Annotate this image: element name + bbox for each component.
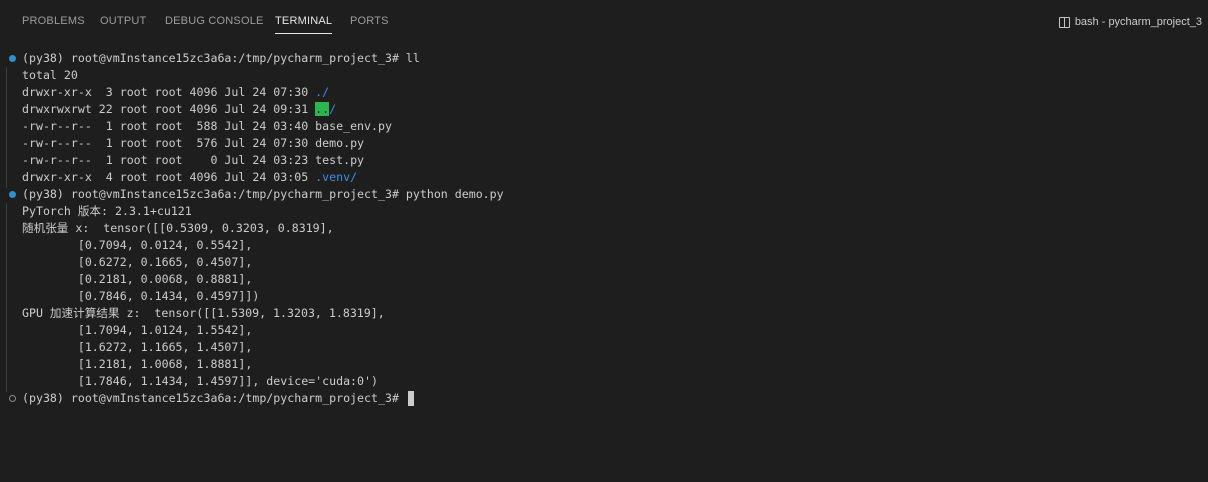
dir-suffix: / bbox=[322, 85, 330, 99]
tab-terminal-label: TERMINAL bbox=[275, 15, 333, 27]
command-output-bar bbox=[6, 203, 7, 392]
ls-entry: drwxrwxrwt 22 root root 4096 Jul 24 09:3… bbox=[22, 101, 336, 118]
command-output-bar bbox=[6, 67, 7, 188]
command-pending-decoration[interactable] bbox=[9, 395, 16, 402]
output-line: [1.6272, 1.1665, 1.4507], bbox=[22, 340, 253, 354]
output-line: [1.2181, 1.0068, 1.8881], bbox=[22, 357, 253, 371]
directory-name[interactable]: .. bbox=[315, 102, 330, 116]
tab-output[interactable]: OUTPUT bbox=[100, 15, 146, 28]
terminal-area[interactable]: (py38) root@vmInstance15zc3a6a:/tmp/pych… bbox=[0, 50, 1208, 482]
ls-meta: -rw-r--r-- 1 root root 576 Jul 24 07:30 bbox=[22, 136, 316, 150]
directory-name[interactable]: .venv bbox=[315, 170, 350, 184]
output-line: [1.7846, 1.1434, 1.4597]], device='cuda:… bbox=[22, 374, 378, 388]
ls-meta: drwxr-xr-x 3 root root 4096 Jul 24 07:30 bbox=[22, 85, 316, 99]
ls-meta: -rw-r--r-- 1 root root 588 Jul 24 03:40 bbox=[22, 119, 316, 133]
tab-terminal[interactable]: TERMINAL bbox=[275, 15, 333, 34]
prompt-line: (py38) root@vmInstance15zc3a6a:/tmp/pych… bbox=[22, 50, 420, 67]
dir-suffix: / bbox=[350, 170, 358, 184]
command-success-decoration[interactable] bbox=[9, 191, 16, 198]
ls-entry: -rw-r--r-- 1 root root 588 Jul 24 03:40 … bbox=[22, 118, 392, 135]
prompt-line: (py38) root@vmInstance15zc3a6a:/tmp/pych… bbox=[22, 186, 504, 203]
ls-entry: drwxr-xr-x 3 root root 4096 Jul 24 07:30… bbox=[22, 84, 329, 101]
terminal-instance-label: bash - pycharm_project_3 bbox=[1074, 16, 1202, 28]
ls-meta: drwxr-xr-x 4 root root 4096 Jul 24 03:05 bbox=[22, 170, 316, 184]
output-line: 随机张量 x: tensor([[0.5309, 0.3203, 0.8319]… bbox=[22, 221, 334, 235]
prompt: (py38) root@vmInstance15zc3a6a:/tmp/pych… bbox=[22, 391, 399, 405]
ls-meta: -rw-r--r-- 1 root root 0 Jul 24 03:23 bbox=[22, 153, 316, 167]
file-name[interactable]: base_env.py bbox=[315, 119, 392, 133]
ls-meta: drwxrwxrwt 22 root root 4096 Jul 24 09:3… bbox=[22, 102, 316, 116]
tab-problems[interactable]: PROBLEMS bbox=[22, 15, 85, 28]
output-line: [0.2181, 0.0068, 0.8881], bbox=[22, 272, 253, 286]
ls-entry: -rw-r--r-- 1 root root 576 Jul 24 07:30 … bbox=[22, 135, 364, 152]
output-line: [0.6272, 0.1665, 0.4507], bbox=[22, 255, 253, 269]
output-line: [0.7846, 0.1434, 0.4597]]) bbox=[22, 289, 260, 303]
output-line: PyTorch 版本: 2.3.1+cu121 bbox=[22, 204, 192, 218]
split-terminal-icon[interactable] bbox=[1058, 16, 1070, 28]
prompt-line: (py38) root@vmInstance15zc3a6a:/tmp/pych… bbox=[22, 390, 406, 407]
ls-entry: drwxr-xr-x 4 root root 4096 Jul 24 03:05… bbox=[22, 169, 357, 186]
prompt: (py38) root@vmInstance15zc3a6a:/tmp/pych… bbox=[22, 187, 399, 201]
ls-entry: -rw-r--r-- 1 root root 0 Jul 24 03:23 te… bbox=[22, 152, 364, 169]
tab-ports[interactable]: PORTS bbox=[350, 15, 389, 28]
output-line: [0.7094, 0.0124, 0.5542], bbox=[22, 238, 253, 252]
panel-tab-bar: PROBLEMS OUTPUT DEBUG CONSOLE TERMINAL P… bbox=[0, 0, 1208, 44]
command: ll bbox=[405, 51, 420, 65]
command-success-decoration[interactable] bbox=[9, 55, 16, 62]
file-name[interactable]: demo.py bbox=[315, 136, 364, 150]
terminal-cursor bbox=[408, 391, 414, 406]
dir-suffix: / bbox=[329, 102, 337, 116]
active-tab-indicator bbox=[275, 33, 333, 34]
file-name[interactable]: test.py bbox=[315, 153, 364, 167]
tab-debug-console[interactable]: DEBUG CONSOLE bbox=[165, 15, 264, 28]
output-line: [1.7094, 1.0124, 1.5542], bbox=[22, 323, 253, 337]
output-line: total 20 bbox=[22, 68, 78, 82]
terminal-instance-selector[interactable]: bash - pycharm_project_3 bbox=[1058, 14, 1202, 30]
command: python demo.py bbox=[405, 187, 504, 201]
prompt: (py38) root@vmInstance15zc3a6a:/tmp/pych… bbox=[22, 51, 399, 65]
output-line: GPU 加速计算结果 z: tensor([[1.5309, 1.3203, 1… bbox=[22, 306, 385, 320]
